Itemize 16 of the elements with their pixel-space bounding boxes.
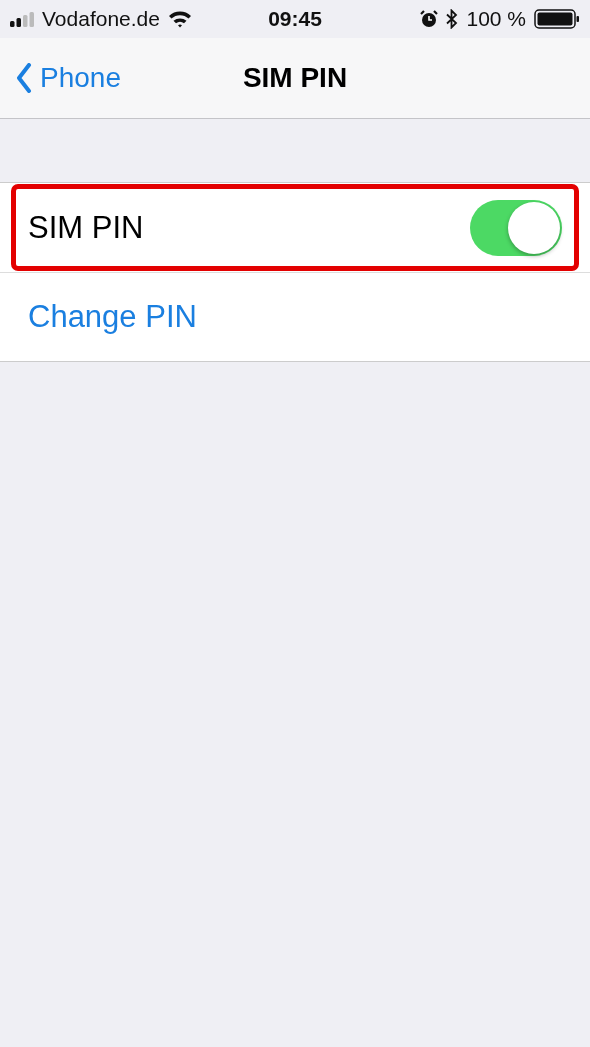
wifi-icon [167, 10, 192, 28]
status-time: 09:45 [268, 7, 322, 31]
back-button[interactable]: Phone [0, 62, 121, 94]
battery-percentage: 100 % [466, 7, 526, 31]
signal-icon [10, 11, 36, 27]
settings-row[interactable]: Change PIN [0, 272, 590, 361]
back-chevron-icon [16, 63, 32, 93]
alarm-clock-icon [420, 10, 439, 28]
battery-icon [534, 9, 580, 29]
change-pin-link[interactable]: Change PIN [28, 299, 197, 335]
bluetooth-icon [446, 9, 459, 29]
row-label: SIM PIN [28, 209, 144, 246]
toggle-row[interactable]: SIM PIN [10, 183, 580, 272]
carrier-name: Vodafone.de [42, 7, 160, 31]
toggle-switch[interactable] [470, 199, 562, 256]
page-title: SIM PIN [242, 62, 348, 94]
